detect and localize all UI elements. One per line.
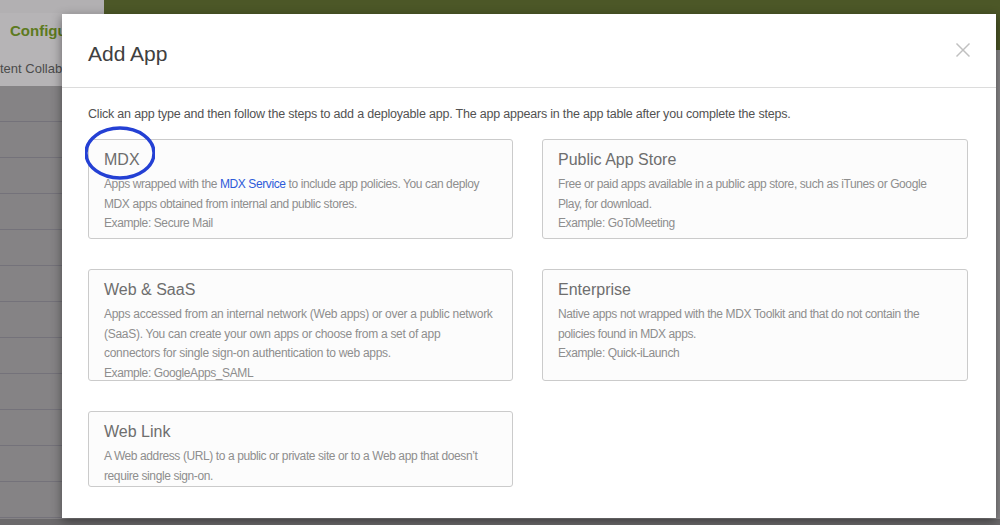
card-title: Enterprise — [558, 280, 952, 300]
background-table — [0, 86, 62, 525]
nav-tab-configure: Configu — [10, 22, 67, 39]
dialog-instruction: Click an app type and then follow the st… — [88, 105, 968, 123]
card-web-saas[interactable]: Web & SaaS Apps accessed from an internal… — [88, 269, 513, 381]
card-web-link[interactable]: Web Link A Web address (URL) to a public … — [88, 411, 513, 487]
card-title: Web & SaaS — [104, 280, 497, 300]
background-tabbar-strip — [0, 0, 104, 13]
card-mdx[interactable]: MDX Apps wrapped with the MDX Service to … — [88, 139, 513, 239]
add-app-dialog: Add App Click an app type and then follo… — [62, 14, 996, 518]
card-enterprise[interactable]: Enterprise Native apps not wrapped with t… — [542, 269, 968, 381]
card-example: Example: Quick-iLaunch — [558, 344, 952, 364]
card-description: Apps wrapped with the MDX Service to inc… — [104, 175, 497, 214]
mdx-service-link[interactable]: MDX Service — [220, 177, 286, 191]
card-title: MDX — [104, 150, 497, 170]
app-type-cards: MDX Apps wrapped with the MDX Service to … — [88, 139, 968, 487]
card-description: A Web address (URL) to a public or priva… — [104, 447, 497, 486]
card-description: Free or paid apps available in a public … — [558, 175, 952, 214]
card-example: Example: GoogleApps_SAML — [104, 364, 497, 382]
breadcrumb-content-collaboration: tent Collabo — [0, 61, 69, 76]
card-title: Public App Store — [558, 150, 952, 170]
card-public-app-store[interactable]: Public App Store Free or paid apps availa… — [542, 139, 968, 239]
close-icon[interactable] — [955, 42, 971, 58]
card-example: Example: Secure Mail — [104, 214, 497, 234]
background-bottom-bar — [0, 519, 1000, 525]
card-description: Native apps not wrapped with the MDX Too… — [558, 305, 952, 344]
card-title: Web Link — [104, 422, 497, 442]
dialog-title: Add App — [88, 42, 167, 66]
dialog-body: Click an app type and then follow the st… — [62, 88, 996, 487]
dialog-header: Add App — [62, 14, 996, 88]
card-description: Apps accessed from an internal network (… — [104, 305, 497, 364]
card-example: Example: GoToMeeting — [558, 214, 952, 234]
